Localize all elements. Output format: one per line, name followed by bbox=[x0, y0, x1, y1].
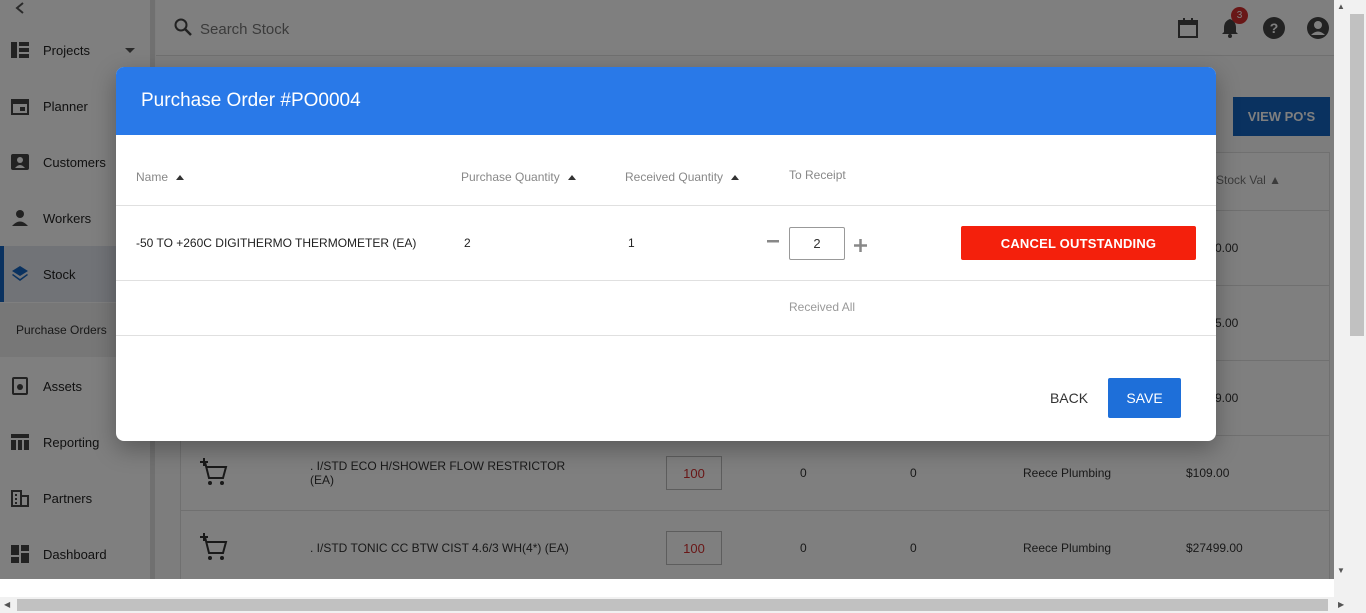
received-all-label: Received All bbox=[789, 300, 856, 314]
decrement-button[interactable] bbox=[767, 231, 779, 251]
scroll-right-arrow-icon[interactable]: ▶ bbox=[1338, 600, 1344, 609]
vertical-scroll-thumb[interactable] bbox=[1350, 14, 1364, 336]
divider bbox=[116, 335, 1216, 336]
sort-asc-icon bbox=[567, 174, 576, 180]
purchase-order-dialog: Purchase Order #PO0004 Name Purchase Qua… bbox=[116, 67, 1216, 441]
divider bbox=[116, 205, 1216, 206]
line-received-quantity: 1 bbox=[628, 236, 635, 250]
page-bottom-strip bbox=[0, 579, 1334, 597]
sort-asc-icon bbox=[731, 174, 740, 180]
column-header-received-quantity[interactable]: Received Quantity bbox=[625, 170, 740, 184]
column-header-name[interactable]: Name bbox=[136, 170, 185, 184]
cancel-outstanding-button[interactable]: CANCEL OUTSTANDING bbox=[961, 226, 1196, 260]
back-button[interactable]: BACK bbox=[1040, 378, 1098, 418]
column-header-purchase-quantity[interactable]: Purchase Quantity bbox=[461, 170, 576, 184]
line-item-name: -50 TO +260C DIGITHERMO THERMOMETER (EA) bbox=[136, 236, 417, 250]
app-window: Projects Planner Customers Workers St bbox=[0, 0, 1334, 579]
dialog-title: Purchase Order #PO0004 bbox=[141, 90, 361, 111]
divider bbox=[116, 280, 1216, 281]
to-receipt-input[interactable]: 2 bbox=[789, 227, 845, 260]
scrollbar-corner bbox=[1334, 579, 1366, 597]
sort-asc-icon bbox=[176, 174, 185, 180]
increment-button[interactable] bbox=[854, 236, 867, 256]
column-header-to-receipt: To Receipt bbox=[789, 168, 846, 182]
scroll-up-arrow-icon[interactable]: ▲ bbox=[1337, 2, 1345, 11]
horizontal-scroll-thumb[interactable] bbox=[17, 599, 1328, 611]
line-purchase-quantity: 2 bbox=[464, 236, 471, 250]
scroll-down-arrow-icon[interactable]: ▼ bbox=[1337, 566, 1345, 575]
save-button[interactable]: SAVE bbox=[1108, 378, 1181, 418]
dialog-header: Purchase Order #PO0004 bbox=[116, 67, 1216, 135]
scroll-left-arrow-icon[interactable]: ◀ bbox=[4, 600, 10, 609]
